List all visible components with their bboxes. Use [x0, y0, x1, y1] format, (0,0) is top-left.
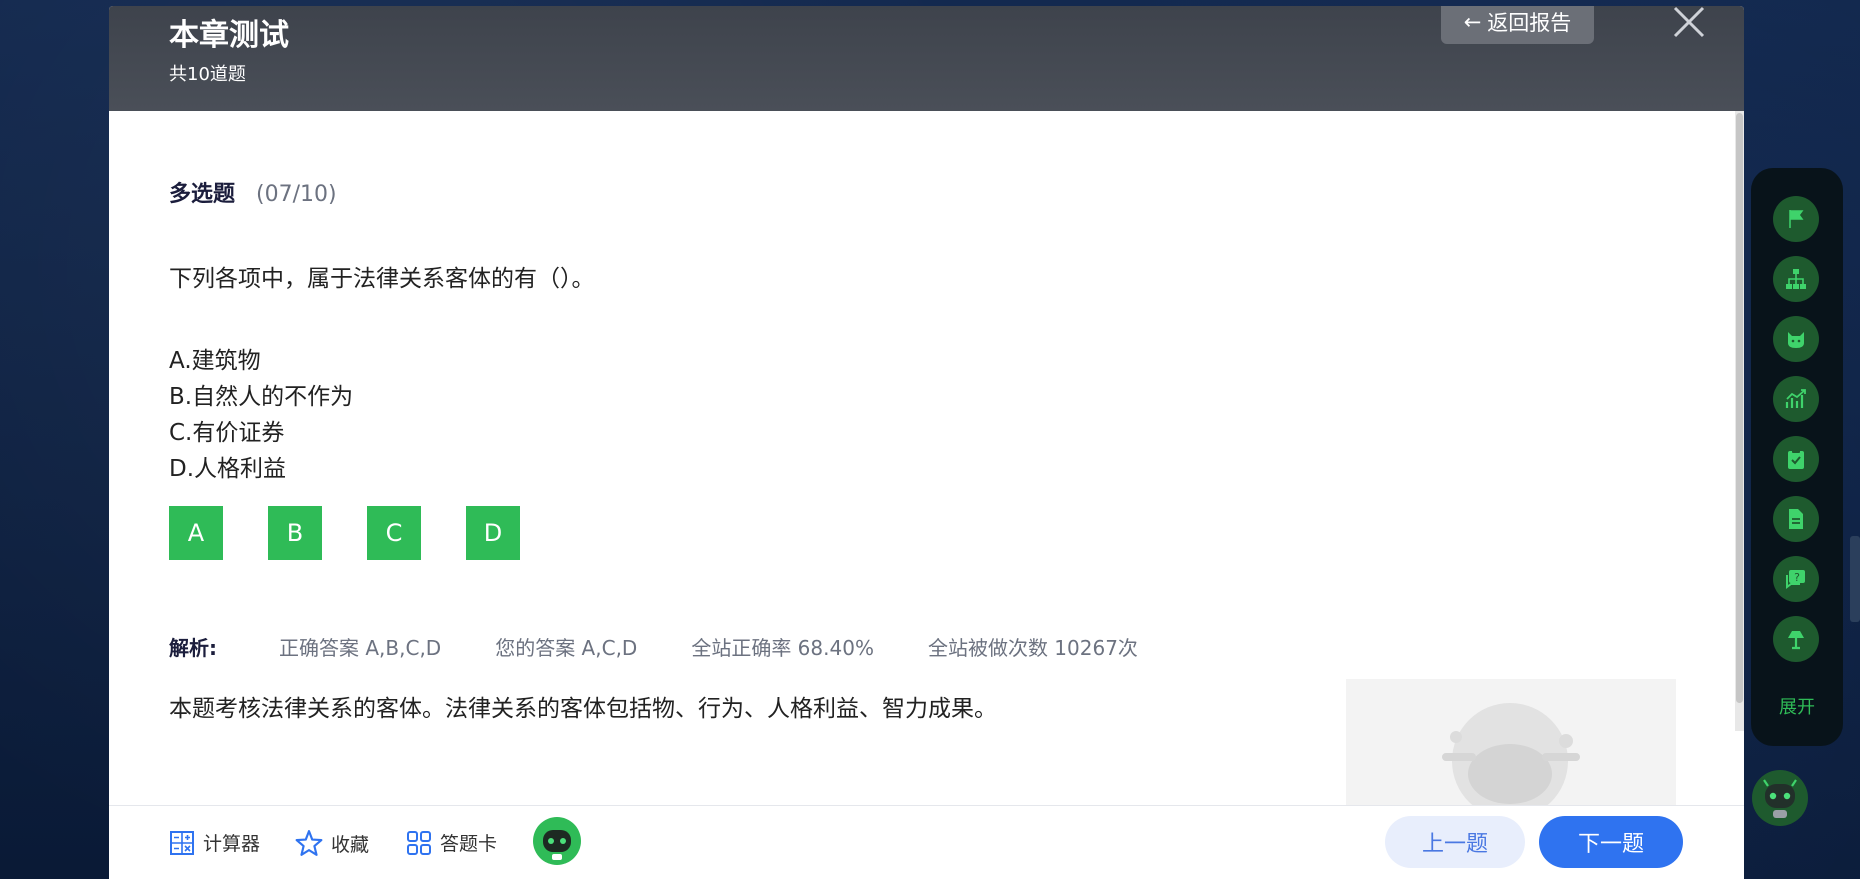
site-accuracy: 全站正确率 68.40%: [691, 636, 874, 660]
option-list: A.建筑物 B.自然人的不作为 C.有价证券 D.人格利益: [169, 343, 353, 487]
question-progress: (07/10): [256, 182, 337, 207]
modal-header: 本章测试 共10道题 ← 返回报告: [109, 6, 1744, 111]
question-type-label: 多选题: [169, 182, 236, 207]
your-answer: 您的答案 A,C,D: [495, 636, 638, 660]
grid-icon: [407, 830, 431, 855]
calculator-icon: [170, 830, 194, 855]
help-chat-icon[interactable]: ?: [1773, 556, 1819, 602]
scrollbar-thumb[interactable]: [1736, 113, 1743, 703]
correct-answer: 正确答案 A,B,C,D: [279, 636, 442, 660]
back-to-report-label: 返回报告: [1487, 11, 1572, 35]
option-d: D.人格利益: [169, 456, 287, 482]
favorite-label: 收藏: [331, 833, 370, 856]
back-to-report-button[interactable]: ← 返回报告: [1441, 6, 1594, 44]
question-type: 多选题 (07/10): [169, 176, 337, 208]
floating-robot-icon[interactable]: [1752, 770, 1808, 826]
flag-icon[interactable]: [1773, 196, 1819, 242]
answer-card-button[interactable]: 答题卡: [406, 829, 497, 856]
prev-question-button[interactable]: 上一题: [1385, 816, 1525, 868]
test-modal: 本章测试 共10道题 ← 返回报告 多选题 (07/10) 下列各项中，属于法律…: [109, 6, 1744, 879]
expand-rail-button[interactable]: 展开: [1751, 693, 1843, 719]
option-b: B.自然人的不作为: [169, 384, 354, 410]
lamp-icon[interactable]: [1773, 616, 1819, 662]
answer-button-b[interactable]: B: [268, 506, 322, 560]
footer-toolbar: 计算器 收藏 答题卡 上一题 下一题: [109, 805, 1744, 879]
page-title: 本章测试: [169, 18, 289, 53]
question-count: 共10道题: [169, 64, 246, 85]
favorite-button[interactable]: 收藏: [295, 829, 369, 857]
org-chart-icon[interactable]: [1773, 256, 1819, 302]
next-question-button[interactable]: 下一题: [1539, 816, 1683, 868]
close-icon[interactable]: [1669, 6, 1709, 42]
document-icon[interactable]: [1773, 496, 1819, 542]
answer-buttons: A B C D: [169, 506, 520, 560]
mascot-icon[interactable]: [1773, 316, 1819, 362]
star-icon: [295, 830, 323, 856]
site-attempts: 全站被做次数 10267次: [927, 636, 1138, 660]
analysis-row: 解析: 正确答案 A,B,C,D 您的答案 A,C,D 全站正确率 68.40%…: [169, 632, 1192, 661]
answer-button-d[interactable]: D: [466, 506, 520, 560]
answer-button-a[interactable]: A: [169, 506, 223, 560]
answer-card-label: 答题卡: [440, 833, 498, 855]
analysis-label: 解析:: [169, 636, 217, 660]
answer-button-c[interactable]: C: [367, 506, 421, 560]
robot-assistant-icon[interactable]: [532, 816, 582, 866]
option-a: A.建筑物: [169, 348, 261, 374]
calculator-label: 计算器: [203, 833, 261, 855]
side-tool-rail: ? 展开: [1751, 168, 1843, 746]
calculator-button[interactable]: 计算器: [169, 829, 260, 856]
explanation-text: 本题考核法律关系的客体。法律关系的客体包括物、行为、人格利益、智力成果。: [169, 696, 997, 722]
arrow-left-icon: ←: [1463, 10, 1482, 34]
edge-side-handle[interactable]: [1850, 536, 1860, 622]
mascot-illustration: [1346, 679, 1676, 809]
option-c: C.有价证券: [169, 420, 285, 446]
clipboard-check-icon[interactable]: [1773, 436, 1819, 482]
trend-chart-icon[interactable]: [1773, 376, 1819, 422]
question-stem: 下列各项中，属于法律关系客体的有（）。: [169, 266, 595, 292]
svg-text:?: ?: [1794, 571, 1800, 584]
